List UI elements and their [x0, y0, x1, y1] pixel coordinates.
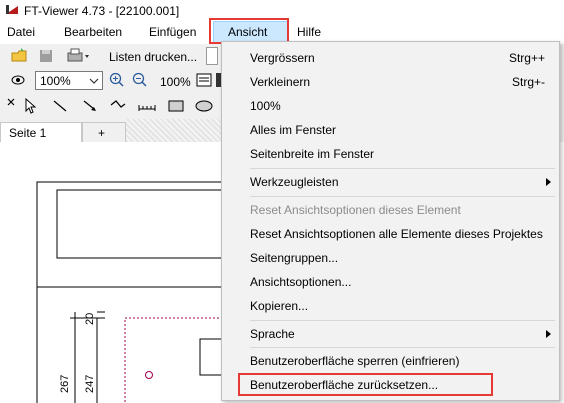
shortcut-vergroessern: Strg++ [508, 51, 545, 65]
open-folder-icon[interactable] [10, 47, 30, 65]
menu-separator [250, 347, 555, 348]
shortcut-verkleinern: Strg+- [511, 75, 545, 89]
tab-label: Seite 1 [9, 126, 47, 140]
dimension-label: 247 [84, 374, 96, 393]
reset-annotation-box [238, 373, 493, 396]
pointer-tool-icon[interactable] [24, 98, 36, 114]
print-list-button[interactable]: Listen drucken... [109, 50, 197, 64]
polyline-tool-icon[interactable] [109, 99, 127, 113]
menu-item-werkzeugleisten[interactable]: Werkzeugleisten [250, 175, 339, 189]
tab-add-label: + [98, 126, 106, 140]
line-tool-icon[interactable] [52, 99, 68, 113]
submenu-arrow-icon [546, 330, 551, 338]
fit-window-icon[interactable] [196, 73, 212, 87]
close-icon[interactable] [6, 97, 16, 107]
print-icon[interactable] [66, 47, 92, 65]
rectangle-tool-icon[interactable] [167, 99, 185, 113]
menu-item-seitengruppen[interactable]: Seitengruppen... [250, 251, 338, 265]
menu-item-kopieren[interactable]: Kopieren... [250, 299, 308, 313]
zoom-readout[interactable]: 100% [160, 75, 191, 89]
menu-item-100-percent[interactable]: 100% [250, 99, 281, 113]
submenu-arrow-icon [546, 178, 551, 186]
technical-drawing [36, 181, 230, 403]
zoom-out-icon[interactable] [132, 72, 148, 88]
menu-item-reset-alle[interactable]: Reset Ansichtsoptionen alle Elemente die… [250, 227, 543, 241]
ellipse-tool-icon[interactable] [194, 99, 214, 113]
menu-separator [250, 320, 555, 321]
menu-datei[interactable]: Datei [7, 25, 35, 39]
app-logo-icon [5, 4, 19, 16]
menu-einfuegen[interactable]: Einfügen [149, 25, 196, 39]
menu-item-ui-sperren[interactable]: Benutzeroberfläche sperren (einfrieren) [250, 354, 459, 368]
menu-item-alles-im-fenster[interactable]: Alles im Fenster [250, 123, 336, 137]
zoom-in-icon[interactable] [109, 72, 125, 88]
menu-item-sprache[interactable]: Sprache [250, 327, 295, 341]
eye-icon[interactable] [11, 73, 25, 87]
tab-bar-filler [126, 119, 226, 142]
dimension-label: 267 [59, 374, 71, 393]
arrow-tool-icon[interactable] [82, 99, 98, 113]
menu-item-ansichtsoptionen[interactable]: Ansichtsoptionen... [250, 275, 351, 289]
dimension-label: 20 [84, 312, 96, 325]
menu-item-verkleinern[interactable]: Verkleinern [250, 75, 310, 89]
menu-item-seitenbreite[interactable]: Seitenbreite im Fenster [250, 147, 374, 161]
dimension-tool-icon[interactable] [137, 99, 157, 113]
chevron-down-icon [89, 78, 99, 84]
menu-bearbeiten[interactable]: Bearbeiten [64, 25, 122, 39]
ansicht-dropdown-menu: Vergrössern Strg++ Verkleinern Strg+- 10… [221, 41, 560, 401]
menu-hilfe[interactable]: Hilfe [297, 25, 321, 39]
toolbar-button-partial[interactable] [206, 47, 218, 65]
menu-item-vergroessern[interactable]: Vergrössern [250, 51, 315, 65]
tab-add[interactable]: + [82, 122, 126, 142]
window-title: FT-Viewer 4.73 - [22100.001] [24, 4, 180, 18]
zoom-select[interactable]: 100% [35, 71, 103, 90]
menu-separator [250, 196, 555, 197]
tab-seite-1[interactable]: Seite 1 [0, 122, 82, 142]
menu-separator [250, 168, 555, 169]
zoom-select-value: 100% [40, 74, 71, 88]
menu-item-reset-element: Reset Ansichtsoptionen dieses Element [250, 203, 461, 217]
save-icon[interactable] [38, 48, 54, 64]
